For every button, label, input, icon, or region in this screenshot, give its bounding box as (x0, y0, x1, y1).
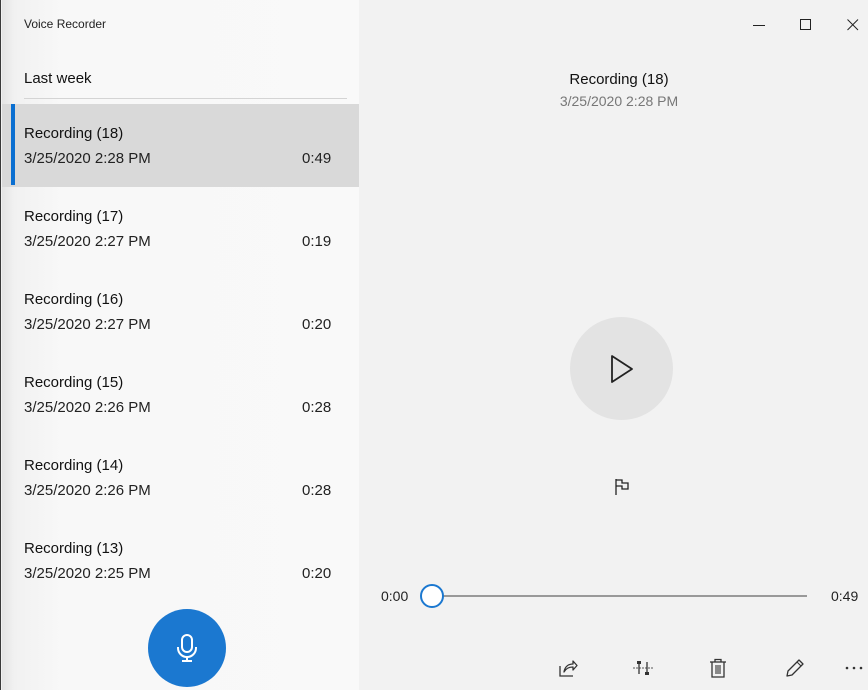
list-item[interactable]: Recording (14) 3/25/2020 2:26 PM 0:28 (2, 436, 359, 519)
playback-pane: Recording (18) 3/25/2020 2:28 PM 0:00 0:… (359, 0, 868, 690)
voice-recorder-window: Voice Recorder Last week Recording (18) … (0, 0, 868, 690)
minimize-icon (753, 25, 765, 26)
share-button[interactable] (555, 655, 581, 681)
record-button[interactable] (148, 609, 226, 687)
recording-name: Recording (18) (24, 125, 124, 142)
maximize-button[interactable] (791, 10, 821, 40)
recording-date: 3/25/2020 2:27 PM (24, 316, 151, 333)
recordings-pane: Voice Recorder Last week Recording (18) … (2, 0, 359, 690)
share-icon (559, 660, 578, 677)
delete-icon (710, 658, 726, 678)
recording-duration: 0:19 (302, 233, 332, 250)
recording-name: Recording (17) (24, 208, 124, 225)
list-item[interactable]: Recording (17) 3/25/2020 2:27 PM 0:19 (2, 187, 359, 270)
group-divider (24, 98, 347, 99)
recording-duration: 0:20 (302, 565, 332, 582)
group-header-last-week: Last week (24, 70, 92, 87)
flag-icon (615, 479, 629, 495)
list-item[interactable]: Recording (18) 3/25/2020 2:28 PM 0:49 (2, 104, 359, 187)
current-recording-title: Recording (18) (569, 71, 669, 88)
recording-duration: 0:20 (302, 316, 332, 333)
pencil-icon (786, 659, 804, 677)
close-icon (847, 19, 859, 31)
list-item[interactable]: Recording (16) 3/25/2020 2:27 PM 0:20 (2, 270, 359, 353)
recording-date: 3/25/2020 2:26 PM (24, 399, 151, 416)
seek-thumb[interactable] (420, 584, 444, 608)
recording-duration: 0:28 (302, 482, 332, 499)
recording-name: Recording (14) (24, 457, 124, 474)
more-options-button[interactable] (841, 655, 867, 681)
recordings-list: Recording (18) 3/25/2020 2:28 PM 0:49 Re… (2, 104, 359, 602)
recording-date: 3/25/2020 2:26 PM (24, 482, 151, 499)
delete-button[interactable] (705, 655, 731, 681)
recording-date: 3/25/2020 2:25 PM (24, 565, 151, 582)
more-icon (845, 666, 863, 670)
trim-icon (633, 661, 653, 675)
list-item[interactable]: Recording (15) 3/25/2020 2:26 PM 0:28 (2, 353, 359, 436)
recording-date: 3/25/2020 2:27 PM (24, 233, 151, 250)
add-marker-button[interactable] (610, 475, 634, 499)
rename-button[interactable] (782, 655, 808, 681)
play-button[interactable] (570, 317, 673, 420)
recording-duration: 0:49 (302, 150, 332, 167)
recording-name: Recording (16) (24, 291, 124, 308)
app-title: Voice Recorder (24, 17, 107, 31)
total-time: 0:49 (831, 588, 859, 604)
seek-track[interactable] (431, 595, 807, 597)
current-recording-date: 3/25/2020 2:28 PM (559, 93, 679, 109)
recording-duration: 0:28 (302, 399, 332, 416)
recording-name: Recording (15) (24, 374, 124, 391)
maximize-icon (800, 19, 811, 30)
trim-button[interactable] (630, 655, 656, 681)
microphone-icon (177, 634, 197, 662)
recording-date: 3/25/2020 2:28 PM (24, 150, 151, 167)
selection-indicator (11, 104, 15, 185)
list-item[interactable]: Recording (13) 3/25/2020 2:25 PM 0:20 (2, 519, 359, 602)
play-icon (610, 354, 633, 383)
recording-name: Recording (13) (24, 540, 124, 557)
close-button[interactable] (838, 10, 868, 40)
current-time: 0:00 (381, 588, 409, 604)
minimize-button[interactable] (744, 10, 774, 40)
